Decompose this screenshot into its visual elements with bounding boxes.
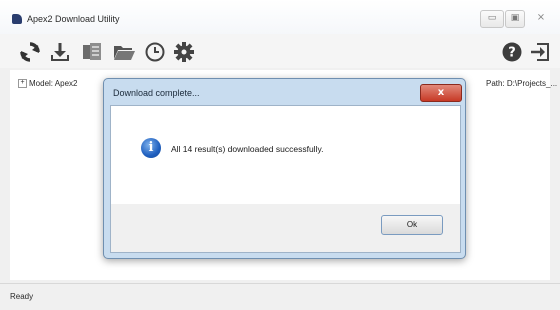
ok-button[interactable]: Ok — [381, 215, 443, 235]
status-text: Ready — [10, 292, 34, 301]
app-icon — [12, 14, 22, 24]
settings-gear-icon[interactable] — [172, 40, 196, 64]
toolbar: ? — [0, 34, 560, 68]
download-complete-dialog: Download complete... x i All 14 result(s… — [103, 78, 466, 259]
expand-toggle[interactable]: + — [18, 79, 27, 89]
model-tree: + Model: Apex2 — [10, 70, 110, 280]
tree-node-label: Model: Apex2 — [29, 79, 78, 88]
path-label: Path: D:\Projects_... — [486, 79, 558, 88]
help-icon[interactable]: ? — [500, 40, 524, 64]
window-close-button[interactable]: ⨯ — [530, 10, 552, 26]
dialog-close-button[interactable]: x — [420, 84, 462, 102]
maximize-button[interactable]: ▣ — [505, 10, 525, 28]
title-bar[interactable]: Apex2 Download Utility ▭ ▣ ⨯ — [0, 0, 560, 34]
info-icon: i — [141, 138, 161, 158]
app-window: Apex2 Download Utility ▭ ▣ ⨯ ? + Model: … — [0, 0, 560, 310]
history-clock-icon[interactable] — [143, 40, 167, 64]
folder-open-icon[interactable] — [112, 40, 136, 64]
dialog-title: Download complete... — [113, 88, 200, 98]
export-icon[interactable] — [80, 40, 104, 64]
minimize-button[interactable]: ▭ — [480, 10, 504, 28]
svg-text:?: ? — [508, 46, 516, 61]
window-title: Apex2 Download Utility — [27, 14, 120, 24]
tree-node-model[interactable]: + Model: Apex2 — [18, 79, 78, 89]
dialog-message: All 14 result(s) downloaded successfully… — [171, 144, 324, 154]
dialog-body: i All 14 result(s) downloaded successful… — [110, 105, 461, 253]
download-icon[interactable] — [48, 40, 72, 64]
exit-icon[interactable] — [528, 40, 552, 64]
dialog-message-area: i All 14 result(s) downloaded successful… — [111, 106, 460, 204]
refresh-icon[interactable] — [18, 40, 42, 64]
status-bar: Ready — [0, 283, 560, 310]
